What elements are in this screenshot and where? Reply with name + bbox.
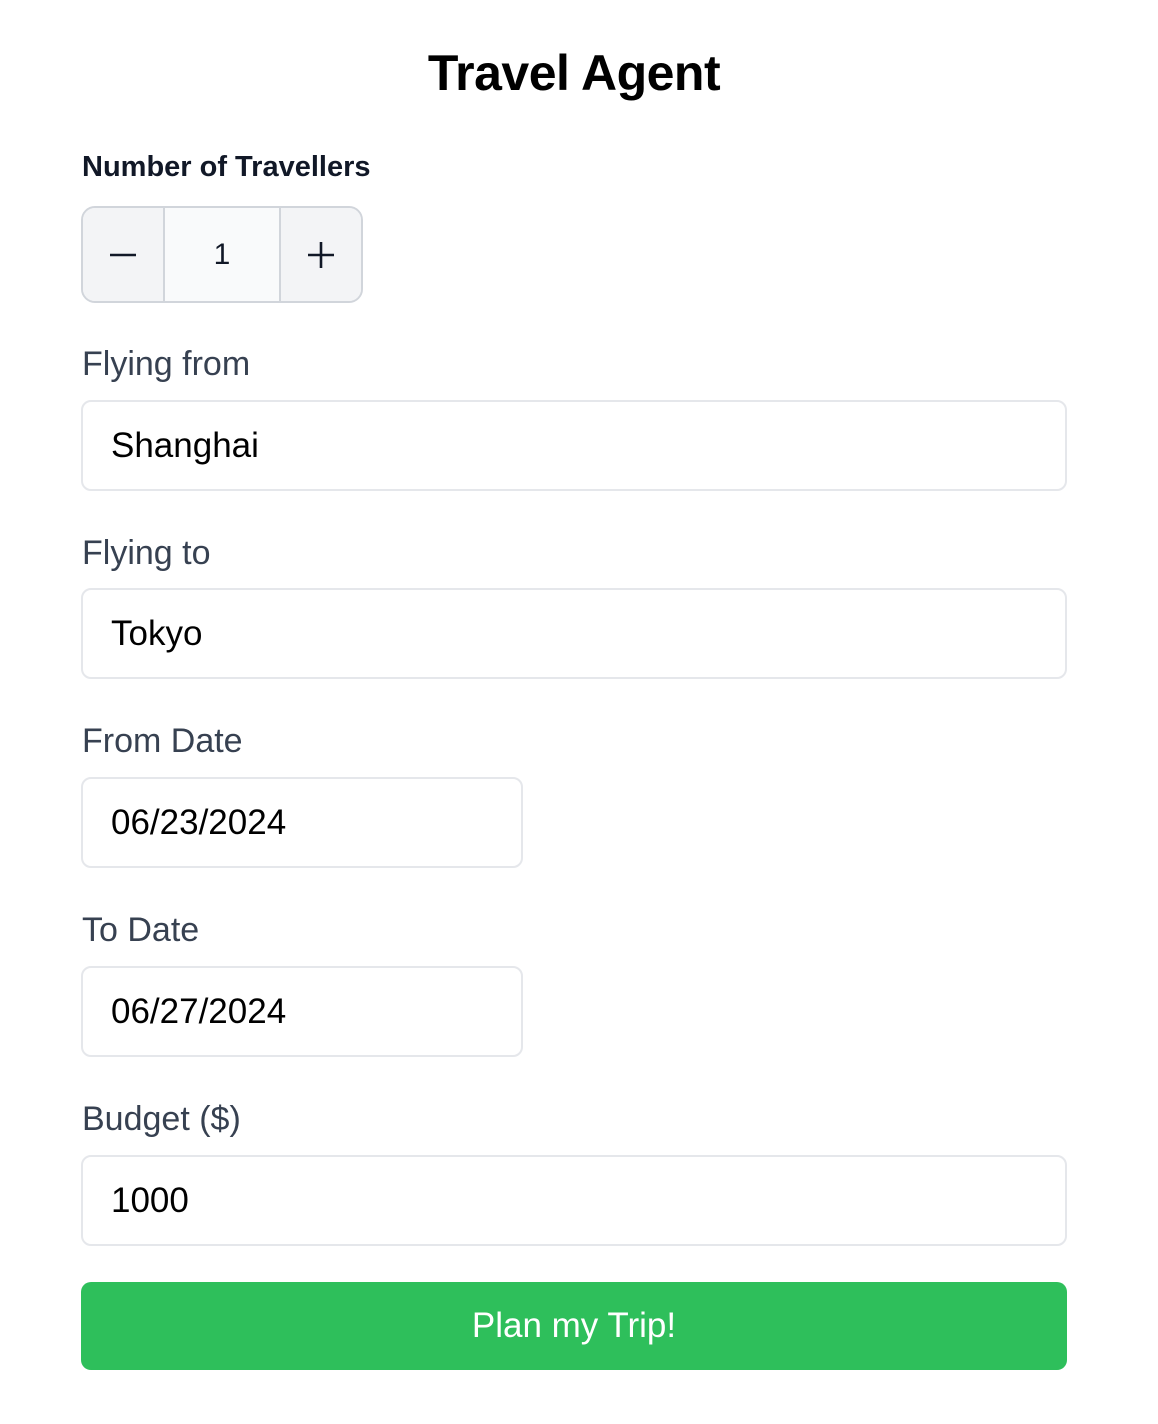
- travellers-stepper: 1: [81, 206, 363, 303]
- flying-to-input[interactable]: [81, 588, 1067, 679]
- plan-trip-button[interactable]: Plan my Trip!: [81, 1282, 1067, 1370]
- from-date-input[interactable]: [81, 777, 523, 868]
- budget-input[interactable]: [81, 1155, 1067, 1246]
- to-date-input[interactable]: [81, 966, 523, 1057]
- plus-icon: [308, 241, 334, 268]
- flying-to-label: Flying to: [82, 534, 211, 572]
- page-title: Travel Agent: [427, 45, 721, 101]
- flying-from-label: Flying from: [82, 345, 251, 383]
- minus-icon: [110, 253, 136, 256]
- from-date-label: From Date: [82, 722, 243, 760]
- budget-label: Budget ($): [82, 1100, 241, 1138]
- to-date-label: To Date: [82, 911, 200, 949]
- increment-button[interactable]: [279, 208, 361, 301]
- travellers-label: Number of Travellers: [82, 151, 371, 183]
- travellers-count[interactable]: 1: [165, 208, 279, 301]
- flying-from-input[interactable]: [81, 400, 1067, 491]
- decrement-button[interactable]: [83, 208, 165, 301]
